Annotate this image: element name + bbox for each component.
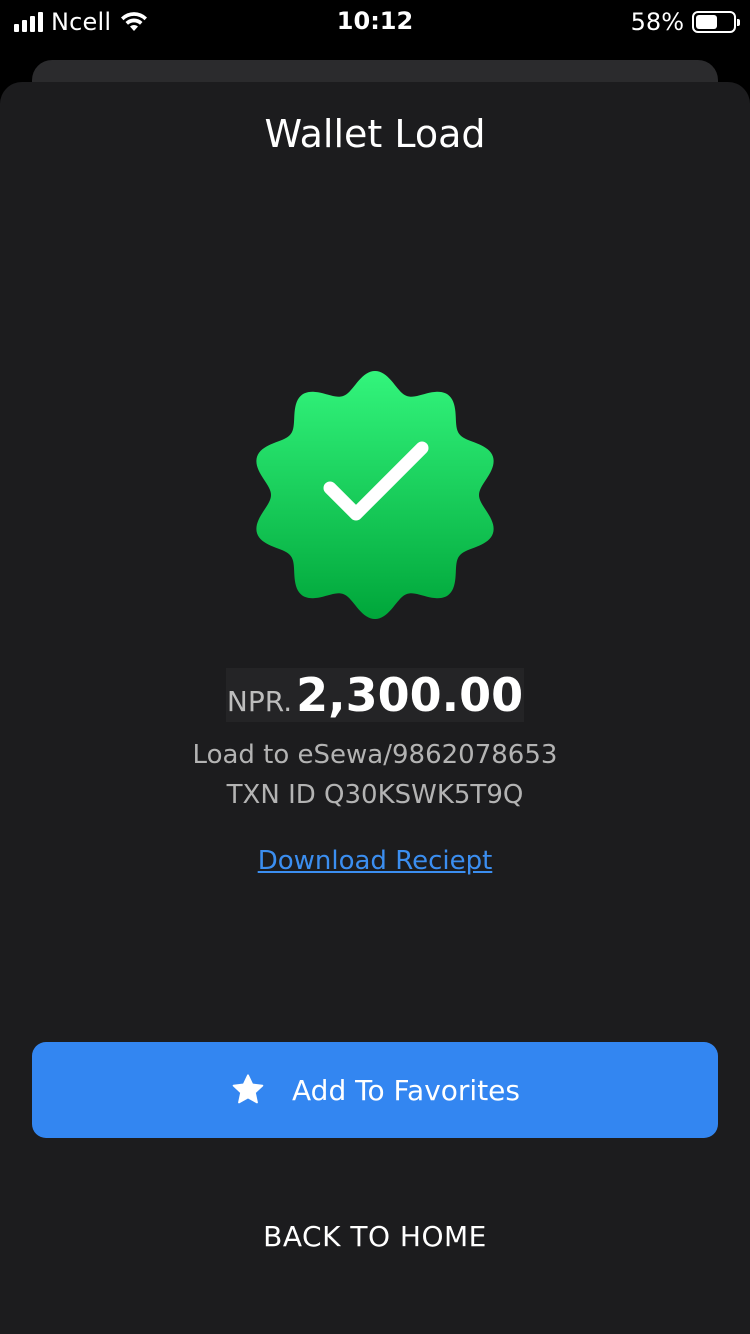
transaction-id: TXN ID Q30KSWK5T9Q bbox=[226, 780, 524, 810]
check-badge-icon bbox=[238, 364, 512, 626]
amount-display: NPR. 2,300.00 bbox=[226, 668, 524, 722]
status-bar: Ncell 10:12 58% bbox=[0, 0, 750, 44]
result-sheet: Wallet Load NPR. 2,300.00 Load to eSewa/… bbox=[0, 82, 750, 1334]
amount-value: 2,300.00 bbox=[296, 668, 524, 722]
add-to-favorites-button[interactable]: Add To Favorites bbox=[32, 1042, 718, 1138]
battery-percent: 58% bbox=[630, 8, 684, 36]
status-bar-right: 58% bbox=[630, 8, 740, 36]
currency-label: NPR. bbox=[226, 685, 293, 718]
star-icon bbox=[232, 1074, 264, 1104]
page-title: Wallet Load bbox=[264, 112, 486, 156]
back-to-home-button[interactable]: BACK TO HOME bbox=[0, 1220, 750, 1253]
load-description: Load to eSewa/9862078653 bbox=[192, 740, 558, 770]
add-to-favorites-label: Add To Favorites bbox=[292, 1073, 520, 1107]
battery-icon bbox=[692, 11, 740, 33]
download-receipt-link[interactable]: Download Reciept bbox=[0, 846, 750, 876]
